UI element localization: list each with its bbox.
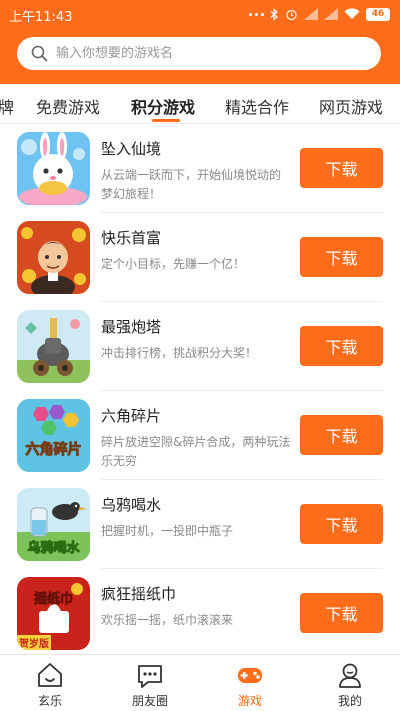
nav-moments[interactable]: 朋友圈 bbox=[100, 655, 200, 711]
tab-free-games[interactable]: 免费游戏 bbox=[36, 94, 100, 118]
game-title: 最强炮塔 bbox=[101, 318, 162, 336]
hexagon-game-icon: 六角碎片 bbox=[17, 399, 90, 472]
game-description: 从云端一跃而下，开始仙境悦动的梦幻旅程！ bbox=[101, 168, 282, 201]
search-icon bbox=[31, 45, 48, 62]
download-button[interactable]: 下载 bbox=[300, 237, 383, 277]
home-icon bbox=[38, 663, 62, 687]
battery-icon: 46 bbox=[366, 7, 390, 21]
nav-games-label: 游戏 bbox=[237, 694, 262, 708]
nav-home[interactable]: 玄乐 bbox=[0, 655, 100, 711]
more-dots-icon bbox=[249, 12, 264, 16]
nav-games[interactable]: 游戏 bbox=[200, 655, 300, 711]
profile-icon bbox=[339, 663, 361, 688]
game-title: 六角碎片 bbox=[101, 407, 162, 425]
chat-icon bbox=[138, 665, 162, 688]
list-item[interactable]: 坠入仙境 从云端一跃而下，开始仙境悦动的梦幻旅程！ 下载 bbox=[0, 124, 400, 213]
signal-icon bbox=[304, 8, 318, 20]
app-screen: 上午11:43 46 牌 免费游戏 积分游戏 精选合作 网页游戏 bbox=[0, 0, 400, 711]
bluetooth-icon bbox=[270, 7, 278, 21]
game-title: 乌鸦喝水 bbox=[101, 496, 162, 514]
hexagon-game-icon-text: 六角碎片 bbox=[26, 441, 82, 458]
category-tabs: 牌 免费游戏 积分游戏 精选合作 网页游戏 bbox=[0, 84, 400, 124]
nav-profile-label: 我的 bbox=[337, 694, 362, 708]
game-description: 把握时机，一投即中瓶子 bbox=[101, 524, 234, 538]
tab-points-games[interactable]: 积分游戏 bbox=[131, 94, 195, 118]
nav-moments-label: 朋友圈 bbox=[131, 694, 168, 708]
tissue-game-icon-text: 摇纸巾 bbox=[34, 591, 73, 607]
nav-home-label: 玄乐 bbox=[37, 694, 62, 708]
list-item[interactable]: 快乐首富 定个小目标，先赚一个亿！ 下载 bbox=[0, 213, 400, 302]
tab-card[interactable]: 牌 bbox=[0, 94, 14, 118]
cannon-game-icon bbox=[17, 310, 90, 383]
tab-featured[interactable]: 精选合作 bbox=[225, 94, 289, 118]
game-description: 欢乐摇一摇，纸巾滚滚来 bbox=[101, 613, 234, 627]
game-title: 快乐首富 bbox=[101, 229, 162, 247]
active-tab-indicator bbox=[152, 119, 180, 122]
bunny-game-icon bbox=[17, 132, 90, 205]
bottom-navigation: 玄乐 朋友圈 游戏 我的 bbox=[0, 654, 400, 711]
list-item[interactable]: 最强炮塔 冲击排行榜，挑战积分大奖！ 下载 bbox=[0, 302, 400, 391]
download-button[interactable]: 下载 bbox=[300, 148, 383, 188]
list-item[interactable]: 乌鸦喝水 乌鸦喝水 把握时机，一投即中瓶子 下载 bbox=[0, 480, 400, 569]
game-description: 定个小目标，先赚一个亿！ bbox=[101, 257, 246, 271]
status-bar: 上午11:43 46 bbox=[0, 0, 400, 28]
status-time: 上午11:43 bbox=[9, 10, 73, 25]
wifi-icon bbox=[344, 8, 360, 19]
alarm-icon bbox=[286, 9, 297, 20]
search-bar[interactable] bbox=[17, 37, 381, 70]
game-title: 疯狂摇纸巾 bbox=[101, 585, 177, 603]
tissue-game-badge: 贺岁版 bbox=[18, 637, 49, 650]
tissue-game-icon: 摇纸巾 贺岁版 bbox=[17, 577, 90, 650]
crow-game-icon-text: 乌鸦喝水 bbox=[27, 540, 80, 556]
download-button[interactable]: 下载 bbox=[300, 326, 383, 366]
gamepad-icon bbox=[238, 668, 262, 683]
status-icons: 46 bbox=[249, 6, 390, 22]
game-title: 坠入仙境 bbox=[101, 140, 162, 158]
nav-profile[interactable]: 我的 bbox=[300, 655, 400, 711]
tab-web-games[interactable]: 网页游戏 bbox=[319, 94, 383, 118]
download-button[interactable]: 下载 bbox=[300, 415, 383, 455]
header: 上午11:43 46 bbox=[0, 0, 400, 84]
game-description: 冲击排行榜，挑战积分大奖！ bbox=[101, 346, 258, 360]
game-description: 碎片放进空隙&碎片合成，两种玩法乐无穷 bbox=[101, 435, 291, 468]
crow-game-icon: 乌鸦喝水 bbox=[17, 488, 90, 561]
game-list: 坠入仙境 从云端一跃而下，开始仙境悦动的梦幻旅程！ 下载 快乐首富 定个小目标，… bbox=[0, 124, 400, 654]
list-item[interactable]: 六角碎片 六角碎片 碎片放进空隙&碎片合成，两种玩法乐无穷 下载 bbox=[0, 391, 400, 480]
list-item[interactable]: 摇纸巾 贺岁版 疯狂摇纸巾 欢乐摇一摇，纸巾滚滚来 下载 bbox=[0, 569, 400, 654]
download-button[interactable]: 下载 bbox=[300, 593, 383, 633]
search-input[interactable] bbox=[56, 46, 356, 61]
download-button[interactable]: 下载 bbox=[300, 504, 383, 544]
signal-icon-2 bbox=[324, 8, 338, 20]
rich-man-game-icon bbox=[17, 221, 90, 294]
